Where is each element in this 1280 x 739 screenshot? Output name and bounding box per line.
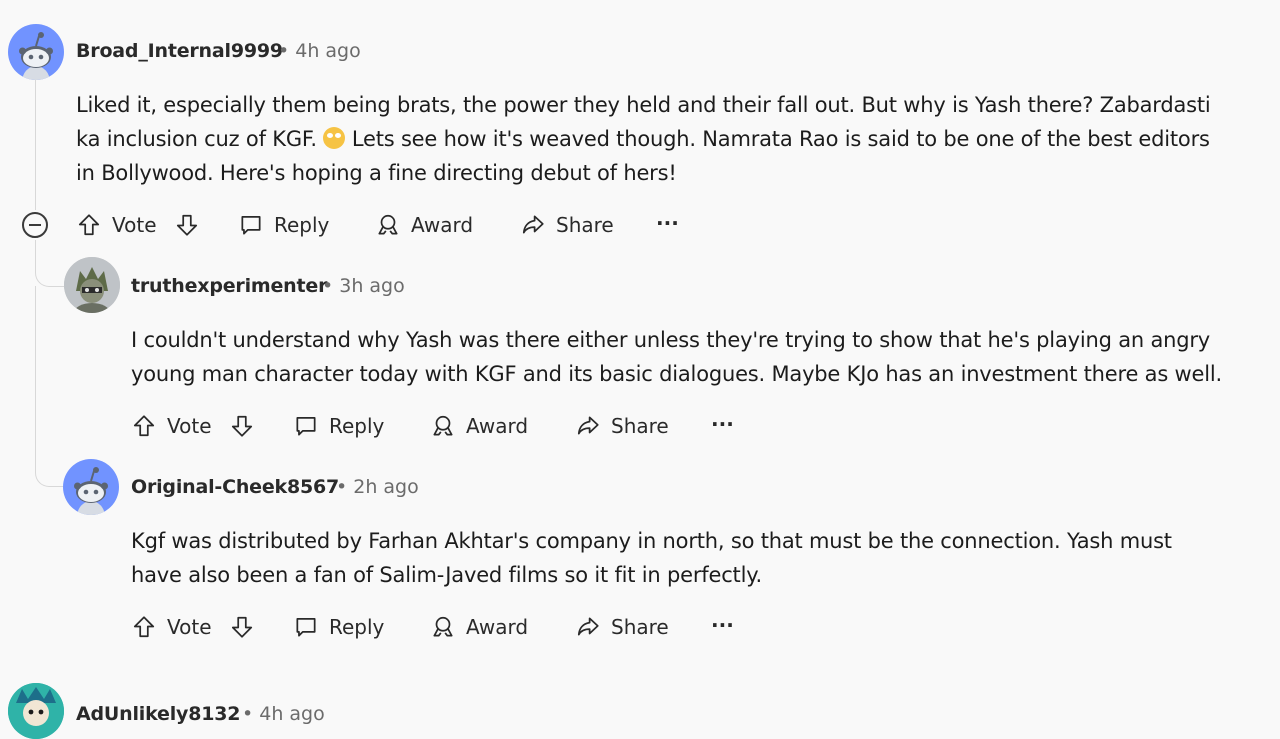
award-icon: [430, 413, 456, 439]
comment-timestamp: • 2h ago: [336, 476, 419, 498]
thread-elbow: [35, 258, 64, 287]
more-options-button[interactable]: ···: [656, 203, 679, 243]
custom-avatar-icon[interactable]: [64, 257, 120, 313]
comment-username[interactable]: Broad_Internal9999: [76, 40, 283, 62]
award-button[interactable]: Award: [430, 406, 528, 446]
thread-line: [35, 286, 36, 461]
more-options-button[interactable]: ···: [711, 605, 734, 645]
collapse-thread-button[interactable]: [22, 212, 48, 238]
comment-timestamp: • 4h ago: [278, 40, 361, 62]
thread-elbow: [35, 458, 64, 487]
upvote-icon: [131, 614, 157, 640]
award-icon: [375, 212, 401, 238]
more-options-button[interactable]: ···: [711, 404, 734, 444]
comment-timestamp: • 3h ago: [322, 275, 405, 297]
reply-button[interactable]: Reply: [238, 205, 329, 245]
rolling-eyes-emoji-icon: [323, 127, 346, 149]
vote-label: Vote: [112, 213, 157, 237]
default-reddit-avatar-icon[interactable]: [63, 459, 119, 515]
share-icon: [575, 413, 601, 439]
upvote-icon: [76, 212, 102, 238]
share-button[interactable]: Share: [575, 406, 669, 446]
downvote-icon: [174, 212, 200, 238]
upvote-button[interactable]: Vote: [131, 607, 212, 647]
default-reddit-avatar-icon[interactable]: [8, 24, 64, 80]
share-icon: [575, 614, 601, 640]
upvote-button[interactable]: Vote: [131, 406, 212, 446]
downvote-button[interactable]: [174, 205, 200, 245]
reply-button[interactable]: Reply: [293, 406, 384, 446]
comment-body: Kgf was distributed by Farhan Akhtar's c…: [131, 529, 1172, 587]
upvote-icon: [131, 413, 157, 439]
share-icon: [520, 212, 546, 238]
more-icon: ···: [656, 211, 679, 235]
downvote-icon: [229, 614, 255, 640]
comment-body: I couldn't understand why Yash was there…: [131, 328, 1222, 386]
more-icon: ···: [711, 613, 734, 637]
share-button[interactable]: Share: [575, 607, 669, 647]
reply-button[interactable]: Reply: [293, 607, 384, 647]
upvote-button[interactable]: Vote: [76, 205, 157, 245]
thread-line: [35, 80, 36, 210]
award-button[interactable]: Award: [375, 205, 473, 245]
reply-icon: [293, 413, 319, 439]
reply-icon: [238, 212, 264, 238]
comment-username[interactable]: truthexperimenter: [131, 275, 327, 297]
more-icon: ···: [711, 412, 734, 436]
share-button[interactable]: Share: [520, 205, 614, 245]
comment-username[interactable]: Original-Cheek8567: [131, 476, 339, 498]
reply-icon: [293, 614, 319, 640]
award-button[interactable]: Award: [430, 607, 528, 647]
downvote-button[interactable]: [229, 607, 255, 647]
downvote-button[interactable]: [229, 406, 255, 446]
comment-timestamp: • 4h ago: [242, 703, 325, 725]
comment-username[interactable]: AdUnlikely8132: [76, 703, 240, 725]
downvote-icon: [229, 413, 255, 439]
award-icon: [430, 614, 456, 640]
custom-avatar-icon[interactable]: [8, 683, 64, 739]
thread-line: [35, 240, 36, 260]
comment-body: Liked it, especially them being brats, t…: [76, 93, 1211, 185]
